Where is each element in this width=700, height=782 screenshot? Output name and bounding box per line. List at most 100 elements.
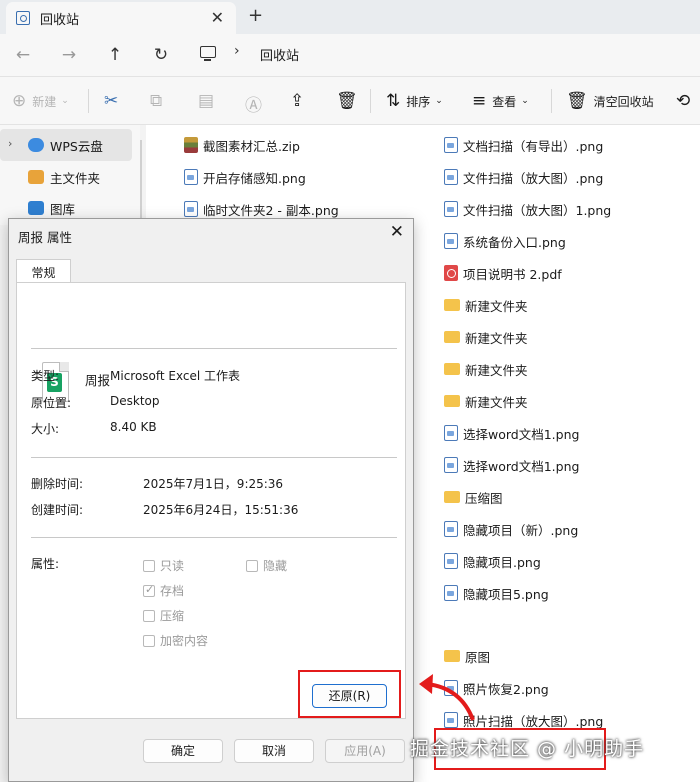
checkbox-box <box>143 583 155 597</box>
attributes-label: 属性: <box>31 557 60 571</box>
chevron-right-icon[interactable]: › <box>8 137 12 150</box>
list-item[interactable]: 新建文件夹 <box>444 326 528 348</box>
plus-icon[interactable]: + <box>248 5 263 26</box>
divider <box>370 89 371 113</box>
sidebar-item-label: 主文件夹 <box>50 170 101 186</box>
sidebar-item-label: 图库 <box>50 201 76 217</box>
file-name: 新建文件夹 <box>465 394 528 410</box>
list-item[interactable]: 选择word文档1.png <box>444 454 579 476</box>
cancel-button[interactable]: 取消 <box>234 739 314 763</box>
file-name: 开启存储感知.png <box>203 170 306 186</box>
computer-icon[interactable] <box>200 46 216 61</box>
location-label: 原位置: <box>31 396 72 410</box>
list-item[interactable]: 新建文件夹 <box>444 358 528 380</box>
share-button[interactable]: ⇪ <box>290 91 310 111</box>
readonly-checkbox[interactable]: 只读 <box>143 557 184 574</box>
divider <box>88 89 89 113</box>
list-item[interactable]: 隐藏项目5.png <box>444 582 549 604</box>
file-name: 原图 <box>465 649 491 665</box>
file-name: 文件扫描（放大图）1.png <box>463 202 612 218</box>
ok-button[interactable]: 确定 <box>143 739 223 763</box>
view-button[interactable]: ≡ 查看 ⌄ <box>472 91 529 111</box>
list-item[interactable]: 选择word文档1.png <box>444 422 579 444</box>
list-item[interactable]: 原图 <box>444 645 490 667</box>
list-item[interactable]: 新建文件夹 <box>444 294 528 316</box>
delete-icon: 🗑 <box>336 91 358 111</box>
empty-recycle-bin-label: 清空回收站 <box>593 94 654 109</box>
chevron-right-icon[interactable]: › <box>234 43 240 59</box>
list-item[interactable]: 截图素材汇总.zip <box>184 134 300 156</box>
restore-button[interactable]: 还原(R) <box>312 684 387 708</box>
new-button[interactable]: ⊕ 新建 ⌄ <box>12 91 69 111</box>
tab-recycle-bin[interactable]: 回收站 ✕ <box>6 2 236 34</box>
paste-button[interactable]: ▤ <box>198 91 220 111</box>
rename-icon: Ⓐ <box>245 96 262 116</box>
image-file-icon <box>444 457 458 473</box>
divider <box>31 457 397 458</box>
chevron-down-icon: ⌄ <box>521 96 529 106</box>
close-icon[interactable]: ✕ <box>390 222 404 242</box>
tab-title: 回收站 <box>40 12 80 28</box>
folder-icon <box>444 331 460 343</box>
image-file-icon <box>444 233 458 249</box>
file-name: 新建文件夹 <box>465 298 528 314</box>
refresh-icon[interactable]: ↻ <box>138 45 184 65</box>
list-item[interactable]: 文件扫描（放大图）1.png <box>444 198 611 220</box>
back-arrow-icon[interactable]: ← <box>0 45 46 65</box>
file-name: 文件扫描（放大图）.png <box>463 170 604 186</box>
file-name-field[interactable]: 周报 <box>85 370 110 389</box>
created-time-label: 创建时间: <box>31 503 84 517</box>
copy-button[interactable]: ⧉ <box>150 91 168 111</box>
folder-icon <box>444 395 460 407</box>
checkbox-box <box>143 609 155 622</box>
close-icon[interactable]: ✕ <box>211 8 224 27</box>
sort-button[interactable]: ⇅ 排序 ⌄ <box>386 91 443 111</box>
annotation-arrow-icon <box>419 674 475 721</box>
folder-icon <box>444 299 460 311</box>
dialog-title: 周报 属性 <box>18 230 72 245</box>
restore-all-button[interactable]: ⟲ <box>676 91 696 111</box>
chevron-down-icon: ⌄ <box>435 96 443 106</box>
breadcrumb[interactable]: 回收站 <box>260 45 299 64</box>
navigation-bar: ← → ↑ ↻ <box>0 34 700 76</box>
apply-button[interactable]: 应用(A) <box>325 739 405 763</box>
sidebar-item-wps-cloud[interactable]: › WPS云盘 <box>0 129 132 161</box>
compress-checkbox[interactable]: 压缩 <box>143 607 184 624</box>
list-item[interactable]: 隐藏项目.png <box>444 550 541 572</box>
rename-button[interactable]: Ⓐ <box>245 91 268 116</box>
forward-arrow-icon[interactable]: → <box>46 45 92 65</box>
file-name: 系统备份入口.png <box>463 234 566 250</box>
list-item[interactable]: 压缩图 <box>444 486 503 508</box>
list-item[interactable]: 临时文件夹2 - 副本.png <box>184 198 339 220</box>
list-item[interactable]: 开启存储感知.png <box>184 166 306 188</box>
delete-button[interactable]: 🗑 <box>336 91 364 111</box>
tab-general[interactable]: 常规 <box>16 259 71 283</box>
deleted-time-label: 删除时间: <box>31 477 84 491</box>
cut-icon: ✂ <box>104 91 119 111</box>
list-item[interactable]: 隐藏项目（新）.png <box>444 518 578 540</box>
pane-splitter[interactable] <box>140 140 142 230</box>
archive-checkbox[interactable]: 存档 <box>143 582 184 599</box>
type-label: 类型: <box>31 369 60 383</box>
list-item[interactable]: 文档扫描（有导出）.png <box>444 134 603 156</box>
list-item[interactable]: 文件扫描（放大图）.png <box>444 166 603 188</box>
copy-icon: ⧉ <box>150 91 163 111</box>
sidebar-item-home[interactable]: 主文件夹 <box>0 161 132 193</box>
created-time-value: 2025年6月24日，15:51:36 <box>143 503 299 517</box>
list-item[interactable]: 系统备份入口.png <box>444 230 566 252</box>
encrypt-checkbox[interactable]: 加密内容 <box>143 632 208 649</box>
folder-icon <box>444 650 460 662</box>
divider <box>31 348 397 349</box>
type-value: Microsoft Excel 工作表 <box>110 369 241 383</box>
checkbox-label: 加密内容 <box>160 634 209 648</box>
image-file-icon <box>444 585 458 601</box>
up-arrow-icon[interactable]: ↑ <box>92 45 138 65</box>
file-name: 压缩图 <box>465 490 503 506</box>
view-icon: ≡ <box>472 91 487 111</box>
list-item[interactable]: 新建文件夹 <box>444 390 528 412</box>
cut-button[interactable]: ✂ <box>104 91 124 111</box>
hidden-checkbox[interactable]: 隐藏 <box>246 557 287 574</box>
file-name: 新建文件夹 <box>465 330 528 346</box>
empty-recycle-bin-button[interactable]: 🗑 清空回收站 <box>566 91 654 111</box>
list-item[interactable]: 项目说明书 2.pdf <box>444 262 562 284</box>
